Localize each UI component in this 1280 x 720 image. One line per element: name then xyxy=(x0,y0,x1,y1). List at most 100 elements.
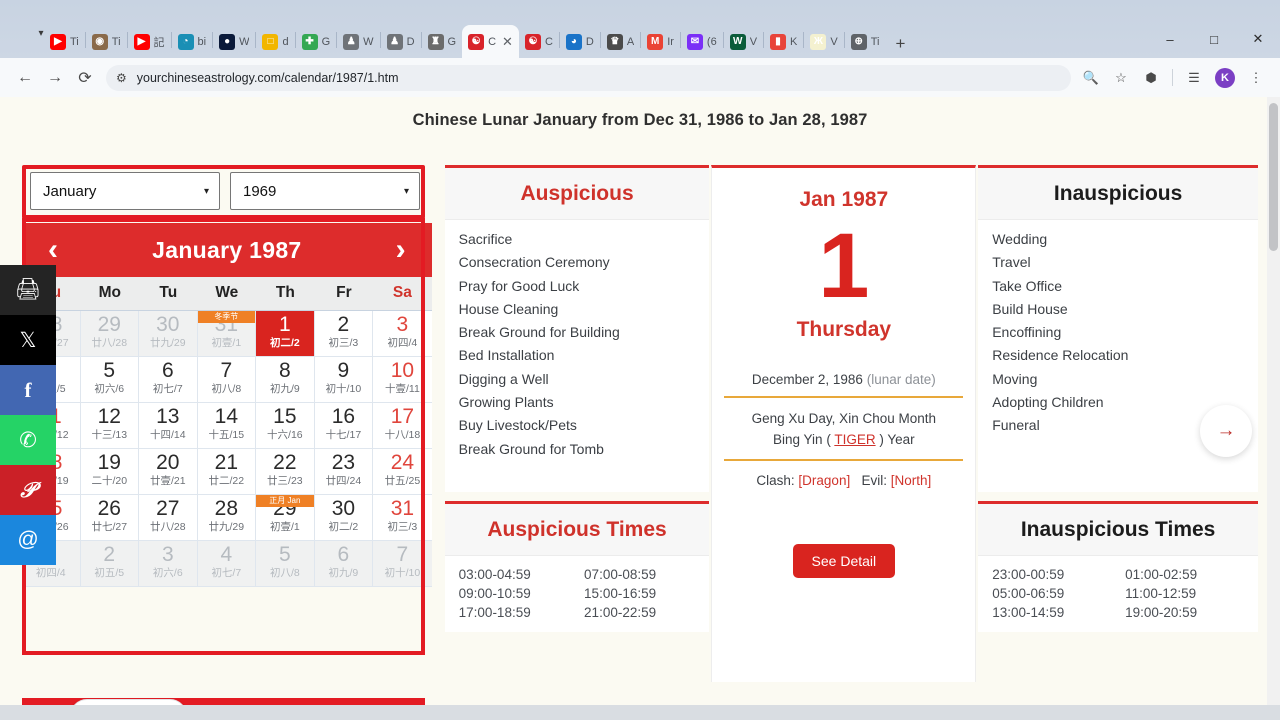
browser-tab[interactable]: ▶ 記 xyxy=(128,25,171,58)
pinterest-icon[interactable]: 𝒫 xyxy=(0,465,56,515)
browser-tab[interactable]: ☯ C xyxy=(519,25,559,58)
browser-tab[interactable]: ● W xyxy=(213,25,255,58)
calendar-day-cell[interactable]: 6 初九/9 xyxy=(314,541,374,587)
calendar-day-cell[interactable]: 7 初十/10 xyxy=(373,541,432,587)
facebook-icon[interactable]: f xyxy=(0,365,56,415)
browser-tab[interactable]: ✚ G xyxy=(296,25,337,58)
calendar-day-cell[interactable]: 5 初六/6 xyxy=(80,357,140,403)
calendar-day-cell[interactable]: 30 廿九/29 xyxy=(139,311,198,357)
browser-tab[interactable]: WV xyxy=(724,25,763,58)
calendar-day-cell[interactable]: 22 廿三/23 xyxy=(256,449,315,495)
calendar-day-cell[interactable]: 3 初六/6 xyxy=(139,541,198,587)
back-button[interactable]: ← xyxy=(10,69,40,87)
calendar-day-cell[interactable]: 7 初八/8 xyxy=(197,357,257,403)
browser-tab[interactable]: ЖV xyxy=(804,25,843,58)
calendar-day-cell[interactable]: 26 廿七/27 xyxy=(80,495,140,541)
calendar-day-cell[interactable]: 2 初三/3 xyxy=(314,311,374,357)
next-day-arrow-button[interactable]: → xyxy=(1200,405,1252,457)
calendar-day-cell[interactable]: 23 廿四/24 xyxy=(314,449,374,495)
minimize-button[interactable]: – xyxy=(1148,32,1192,47)
auspicious-item: Break Ground for Tomb xyxy=(458,440,604,457)
calendar-day-cell[interactable]: 29 廿八/28 xyxy=(80,311,140,357)
calendar-day-cell[interactable]: 30 初二/2 xyxy=(314,495,374,541)
browser-tab[interactable]: ▮ K xyxy=(764,25,803,58)
calendar-day-cell[interactable]: 13 十四/14 xyxy=(139,403,198,449)
tab-title: bi xyxy=(197,35,207,48)
calendar-day-cell[interactable]: 28 廿九/29 xyxy=(197,495,257,541)
browser-tab[interactable]: ♟ W xyxy=(337,25,379,58)
calendar-day-cell[interactable]: 6 初七/7 xyxy=(139,357,198,403)
browser-tab[interactable]: ◔ bi xyxy=(172,25,213,58)
email-icon[interactable]: @ xyxy=(0,515,56,565)
calendar-day-cell[interactable]: 14 十五/15 xyxy=(197,403,257,449)
lunar-date-suffix: (lunar date) xyxy=(866,372,936,387)
calendar-day-cell[interactable]: 17 十八/18 xyxy=(373,403,432,449)
forward-button[interactable]: → xyxy=(40,69,70,87)
see-detail-button[interactable]: See Detail xyxy=(792,544,896,578)
address-bar[interactable]: ⚙ yourchineseastrology.com/calendar/1987… xyxy=(106,64,1071,91)
month-select[interactable]: January ▾ xyxy=(30,172,220,210)
calendar-day-cell[interactable]: 2 初五/5 xyxy=(80,541,140,587)
ganzhi-animal[interactable]: TIGER xyxy=(834,432,875,447)
auspicious-times-title: Auspicious Times xyxy=(444,504,710,556)
page-scrollbar-thumb[interactable] xyxy=(1269,103,1278,251)
browser-tab[interactable]: ♛ A xyxy=(601,25,640,58)
chrome-menu-icon[interactable]: ⋮ xyxy=(1242,70,1270,86)
calendar-day-cell[interactable]: 4 初七/7 xyxy=(197,541,257,587)
calendar-day-cell[interactable]: 1 初二/2 xyxy=(256,311,315,357)
personalize-calendars-tooltip[interactable]: ◇ Personaliz calendars xyxy=(70,699,187,705)
tab-close-icon[interactable]: ✕ xyxy=(502,34,513,50)
close-window-button[interactable]: ✕ xyxy=(1236,31,1280,47)
reload-button[interactable]: ⟳ xyxy=(70,68,100,88)
calendar-day-cell[interactable]: 10 十壹/11 xyxy=(373,357,432,403)
extensions-icon[interactable]: ⬢ xyxy=(1137,70,1165,86)
auspicious-item: House Cleaning xyxy=(458,300,559,317)
browser-tab[interactable]: □ d xyxy=(256,25,294,58)
calendar-day-cell[interactable]: 21 廿二/22 xyxy=(197,449,257,495)
maximize-button[interactable]: □ xyxy=(1192,32,1236,47)
calendar-day-cell[interactable]: 15 十六/16 xyxy=(256,403,315,449)
tab-strip: ▶ Ti ◉ Ti ▶ 記 ◔ bi ● W □ d ✚ G ♟ W ♟ D ♜ G ☯ C ✕ ☯ C ◕ D ♛ A M Ir ✉ (6 W V… xyxy=(0,22,1280,58)
print-icon[interactable]: 🖨 xyxy=(0,265,56,315)
calendar-day-cell[interactable]: 12 十三/13 xyxy=(80,403,140,449)
toolbar-divider xyxy=(1172,69,1173,86)
calendar-day-cell[interactable]: 16 十七/17 xyxy=(314,403,374,449)
calendar-day-cell[interactable]: 31 初三/3 xyxy=(373,495,432,541)
browser-tab[interactable]: ◕ D xyxy=(560,25,600,58)
browser-tab[interactable]: ♟ D xyxy=(381,25,421,58)
browser-tab[interactable]: ▶ Ti xyxy=(44,25,85,58)
whatsapp-icon[interactable]: ✆ xyxy=(0,415,56,465)
browser-tab[interactable]: ✉ (6 xyxy=(681,25,723,58)
browser-tab[interactable]: ☯ C ✕ xyxy=(462,25,519,58)
browser-tab[interactable]: ♜ G xyxy=(422,25,463,58)
browser-tab[interactable]: ⊕ Ti xyxy=(845,25,886,58)
calendar-day-cell[interactable]: 24 廿五/25 xyxy=(373,449,432,495)
calendar-day-cell[interactable]: 9 初十/10 xyxy=(314,357,374,403)
next-month-button[interactable]: › xyxy=(396,235,406,265)
calendar-day-cell[interactable]: 5 初八/8 xyxy=(256,541,315,587)
calendar-day-cell[interactable]: 27 廿八/28 xyxy=(139,495,198,541)
new-tab-button[interactable]: + xyxy=(886,34,916,58)
day-number: 21 xyxy=(214,451,238,474)
x-twitter-icon[interactable]: 𝕏 xyxy=(0,315,56,365)
calendar-day-cell[interactable]: 8 初九/9 xyxy=(256,357,315,403)
search-icon[interactable]: 🔍 xyxy=(1077,70,1105,86)
date-selectors: January ▾ 1969 ▾ xyxy=(22,165,432,217)
reading-list-icon[interactable]: ☰ xyxy=(1180,70,1208,86)
browser-tab[interactable]: ◉ Ti xyxy=(86,25,127,58)
site-settings-icon[interactable]: ⚙ xyxy=(116,71,127,85)
day-number: 24 xyxy=(390,451,415,474)
prev-month-button[interactable]: ‹ xyxy=(48,235,58,265)
calendar-day-cell[interactable]: 冬季节 31 初壹/1 xyxy=(197,311,257,357)
day-number: 7 xyxy=(396,543,409,566)
calendar-day-cell[interactable]: 19 二十/20 xyxy=(80,449,140,495)
inauspicious-time-item: 11:00-12:59 xyxy=(1125,586,1197,601)
calendar-day-cell[interactable]: 20 廿壹/21 xyxy=(139,449,198,495)
bookmark-star-icon[interactable]: ☆ xyxy=(1107,70,1135,86)
profile-avatar[interactable]: K xyxy=(1215,67,1235,88)
calendar-day-cell[interactable]: 3 初四/4 xyxy=(373,311,432,357)
browser-tab[interactable]: M Ir xyxy=(641,25,680,58)
year-select[interactable]: 1969 ▾ xyxy=(230,172,420,210)
tab-favicon-icon: ▮ xyxy=(770,33,787,50)
calendar-day-cell[interactable]: 正月 Jan 29 初壹/1 xyxy=(256,495,315,541)
